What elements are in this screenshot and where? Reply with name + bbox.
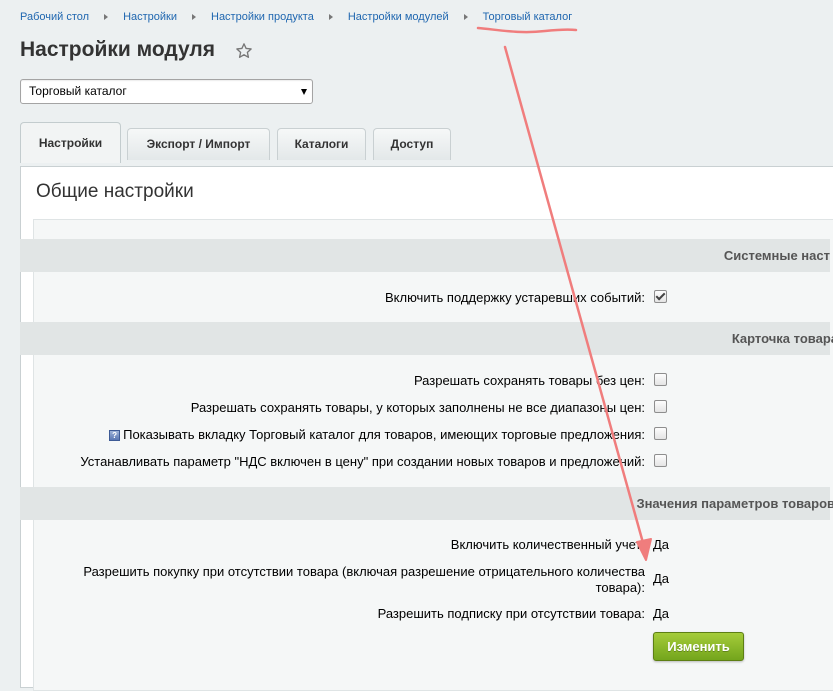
tab-export-import[interactable]: Экспорт / Импорт	[127, 128, 270, 160]
breadcrumb-desktop[interactable]: Рабочий стол	[20, 11, 89, 23]
option-label-save-partial-ranges: Разрешать сохранять товары, у которых за…	[190, 400, 645, 415]
param-value-purchase: Да	[653, 571, 670, 586]
chevron-down-icon	[301, 89, 307, 95]
module-select-value: Торговый каталог	[29, 84, 127, 98]
star-icon[interactable]	[235, 42, 253, 60]
param-label-subscribe: Разрешить подписку при отсутствии товара…	[377, 606, 645, 621]
checkbox-vat-included[interactable]	[654, 454, 667, 467]
breadcrumb: Рабочий стол Настройки Настройки продукт…	[20, 10, 572, 24]
help-icon[interactable]: ?	[109, 430, 121, 441]
breadcrumb-separator-icon	[104, 14, 109, 20]
tab-catalogs[interactable]: Каталоги	[277, 128, 366, 160]
breadcrumb-separator-icon	[192, 14, 196, 20]
page-title: Настройки модуля	[20, 38, 216, 61]
option-label-vat-included: Устанавливать параметр "НДС включен в це…	[80, 454, 645, 469]
panel-title: Общие настройки	[36, 181, 194, 202]
option-label-deprecated-events: Включить поддержку устаревших событий:	[385, 290, 645, 305]
section-system: Системные наст	[20, 239, 830, 272]
param-value-quantity: Да	[653, 537, 670, 552]
param-label-purchase-line-1: Разрешить покупку при отсутствии товара …	[83, 564, 645, 579]
breadcrumb-product-settings[interactable]: Настройки продукта	[211, 11, 314, 23]
checkbox-show-catalog-tab[interactable]	[654, 427, 667, 440]
param-label-quantity: Включить количественный учет:	[450, 537, 645, 552]
option-label-show-catalog-tab: ? Показывать вкладку Торговый каталог для…	[109, 427, 645, 442]
breadcrumb-catalog[interactable]: Торговый каталог	[483, 11, 573, 23]
breadcrumb-module-settings[interactable]: Настройки модулей	[348, 11, 449, 23]
breadcrumb-separator-icon	[328, 14, 333, 20]
section-product-card: Карточка товара	[20, 322, 833, 355]
module-select[interactable]: Торговый каталог	[20, 79, 313, 104]
param-value-subscribe: Да	[653, 606, 670, 621]
option-label-save-without-price: Разрешать сохранять товары без цен:	[413, 373, 645, 388]
checkbox-save-partial-ranges[interactable]	[654, 400, 667, 413]
breadcrumb-separator-icon	[463, 14, 468, 20]
tab-access[interactable]: Доступ	[373, 128, 451, 160]
section-product-params: Значения параметров товаров	[20, 487, 833, 520]
edit-button[interactable]: Изменить	[653, 632, 744, 661]
tab-settings[interactable]: Настройки	[20, 122, 121, 163]
checkbox-deprecated-events[interactable]	[654, 290, 667, 303]
checkbox-save-without-price[interactable]	[654, 373, 667, 386]
param-label-purchase-line-2: товара):	[595, 580, 645, 595]
breadcrumb-settings[interactable]: Настройки	[123, 11, 177, 23]
